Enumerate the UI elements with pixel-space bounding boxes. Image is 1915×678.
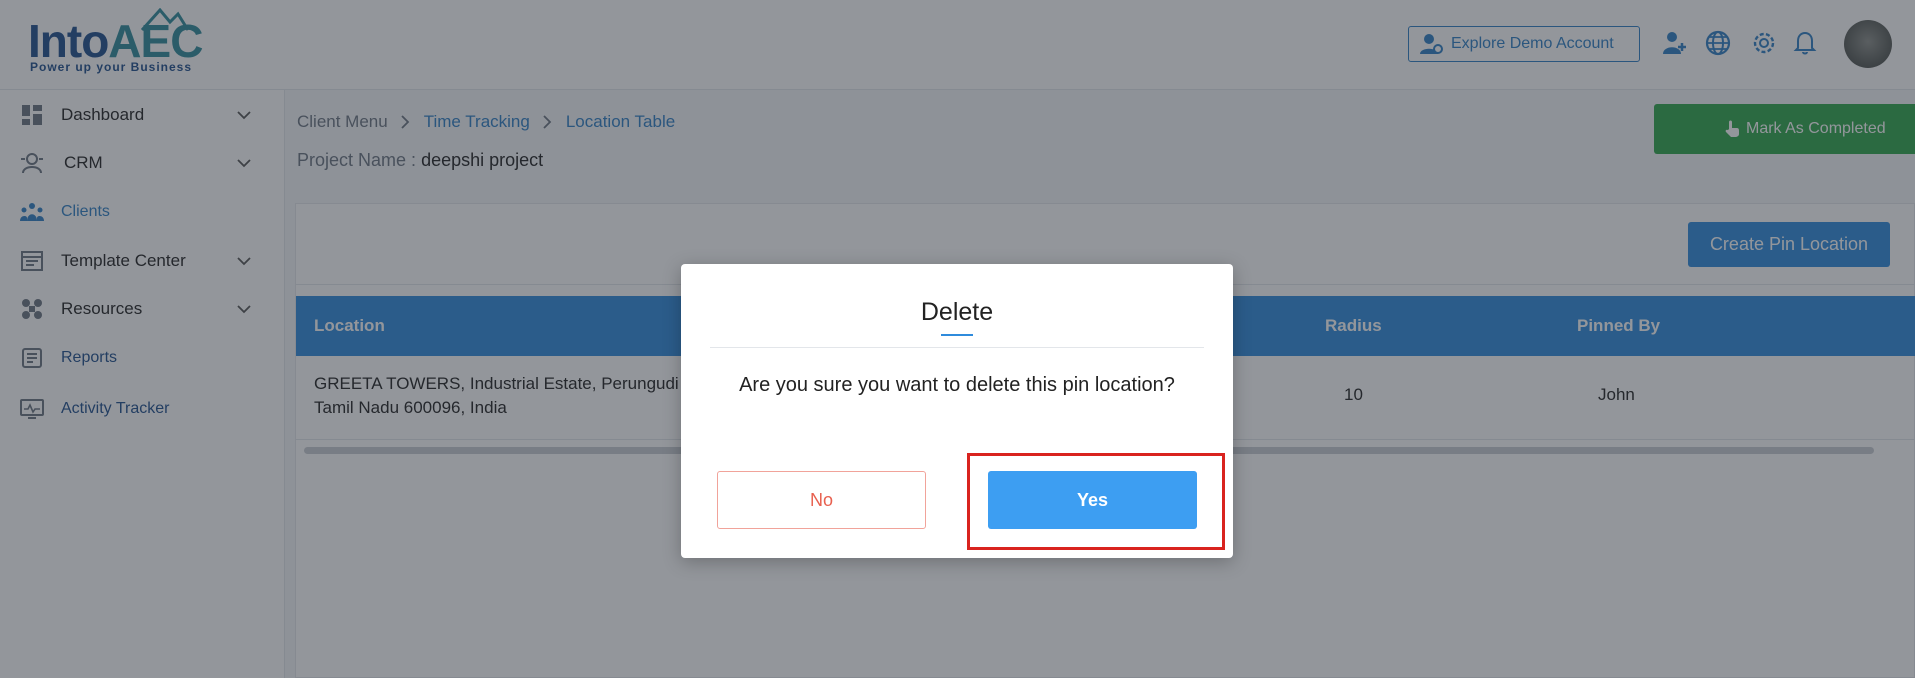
- dialog-title: Delete: [920, 298, 994, 326]
- highlight-box: [967, 453, 1225, 550]
- divider: [710, 347, 1204, 348]
- dialog-message: Are you sure you want to delete this pin…: [739, 374, 1175, 396]
- no-button[interactable]: No: [717, 471, 926, 529]
- title-underline: [941, 334, 973, 336]
